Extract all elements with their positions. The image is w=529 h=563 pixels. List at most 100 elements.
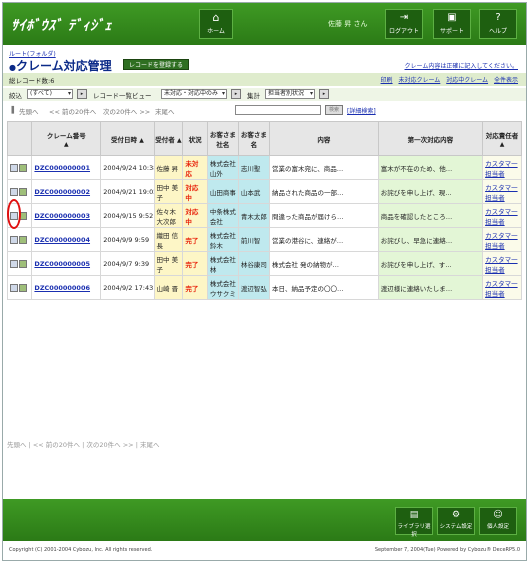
- claim-id[interactable]: DZC000000003: [31, 203, 102, 228]
- claim-content: 本日、納品予定の〇〇…: [268, 275, 379, 300]
- claim-content: 株式会社 発の納物が…: [268, 251, 379, 276]
- customer-company: 株式会社林: [206, 251, 239, 276]
- edit-icon[interactable]: [19, 283, 27, 292]
- home-icon: ⌂: [212, 11, 220, 24]
- table-row[interactable]: DZC000000002 2004/9/21 19:02 田中 美子 対応中 山田商事山…: [6, 179, 522, 204]
- personal-settings-button[interactable]: ☺ 個人設定: [479, 507, 517, 535]
- system-settings-button[interactable]: ⚙ システム設定: [437, 507, 475, 535]
- table-row[interactable]: DZC000000005 2004/9/7 9:39 田中 美子 完了 株式会社林 林谷康…: [6, 251, 522, 276]
- col-icons: [6, 121, 33, 156]
- pager-first[interactable]: 先頭へ: [7, 441, 27, 449]
- customer-name: 前川智: [237, 227, 270, 252]
- all-link[interactable]: 全件表示: [494, 77, 518, 84]
- table-row[interactable]: DZC000000003 2004/9/15 9:52 佐々木 大次郎 対応中 中条株式…: [6, 203, 522, 228]
- search-input[interactable]: [235, 105, 321, 115]
- edit-icon[interactable]: [19, 259, 27, 268]
- pager-prev[interactable]: << 前の20件へ: [33, 441, 80, 449]
- first-response: 渡辺様に連絡いたしま…: [377, 275, 484, 300]
- edit-icon[interactable]: [19, 235, 27, 244]
- summary-go-button[interactable]: ▸: [319, 89, 329, 99]
- sort-icon: ▲: [139, 136, 144, 144]
- responsible-link[interactable]: カスタマ一担当者: [482, 179, 522, 204]
- detail-icon[interactable]: [10, 259, 18, 268]
- note-link[interactable]: クレーム内容は正確に記入してください。: [405, 61, 518, 70]
- claim-id[interactable]: DZC000000004: [31, 227, 102, 252]
- home-button[interactable]: ⌂ ホーム: [199, 9, 233, 39]
- pager-last[interactable]: 末尾へ: [140, 441, 160, 449]
- responsible-link[interactable]: カスタマ一担当者: [482, 227, 522, 252]
- col-first-response[interactable]: 第一次対応内容: [377, 121, 484, 156]
- table-row[interactable]: DZC000000006 2004/9/2 17:43 山崎 晋完了 株式会社ウサクミ…: [6, 275, 522, 300]
- customer-name: 青木太郎: [237, 203, 270, 228]
- col-claim-no[interactable]: クレーム番号 ▲: [31, 121, 102, 156]
- view-links: 印刷 未対応クレーム 対応中クレーム 全件表示: [377, 75, 518, 84]
- col-receiver[interactable]: 受付者 ▲: [153, 121, 184, 156]
- view-go-button[interactable]: ▸: [231, 89, 241, 99]
- received-date: 2004/9/2 17:43: [100, 275, 155, 300]
- received-date: 2004/9/7 9:39: [100, 251, 155, 276]
- summary-select[interactable]: 担当者別状況: [265, 89, 315, 99]
- claim-id[interactable]: DZC000000001: [31, 155, 102, 180]
- pager-last[interactable]: 末尾へ: [155, 106, 175, 116]
- col-content[interactable]: 内容: [268, 121, 379, 156]
- table-row[interactable]: DZC000000001 2004/9/24 10:38 佐藤 昇未対応 株式会社山外…: [6, 155, 522, 180]
- edit-icon[interactable]: [19, 187, 27, 196]
- col-responsible[interactable]: 対応責任者 ▲: [482, 121, 522, 156]
- col-status[interactable]: 状況: [182, 121, 208, 156]
- receiver: 田中 美子: [153, 179, 184, 204]
- filter-go-button[interactable]: ▸: [77, 89, 87, 99]
- claim-id[interactable]: DZC000000006: [31, 275, 102, 300]
- bottom-pager: 先頭へ | << 前の20件へ | 次の20件へ >> | 末尾へ: [7, 441, 160, 449]
- library-button[interactable]: ▤ ライブラリ選択: [395, 507, 433, 538]
- view-select[interactable]: 未対応・対応中のみ: [161, 89, 227, 99]
- system-settings-icon: ⚙: [451, 510, 461, 520]
- filter-label: 絞込: [9, 92, 22, 100]
- filter-bar: 絞込 (すべて) ▸ レコード一覧ビュー 未対応・対応中のみ ▸ 集計 担当者別…: [3, 88, 526, 101]
- help-button[interactable]: ? ヘルプ: [479, 9, 517, 39]
- register-record-button[interactable]: レコードを登録する: [123, 59, 190, 70]
- list-icon: ▐: [9, 106, 14, 114]
- customer-name: 林谷康司: [237, 251, 270, 276]
- received-date: 2004/9/15 9:52: [100, 203, 155, 228]
- user-label: 佐藤 昇 さん: [328, 20, 368, 28]
- claim-content: 営業の富木宛に、商品…: [268, 155, 379, 180]
- detail-icon[interactable]: [10, 163, 18, 172]
- filter-select[interactable]: (すべて): [27, 89, 73, 99]
- detail-icon[interactable]: [10, 235, 18, 244]
- col-company[interactable]: お客さま社名: [206, 121, 239, 156]
- customer-company: 株式会社山外: [206, 155, 239, 180]
- unresolved-link[interactable]: 未対応クレーム: [398, 77, 440, 84]
- responsible-link[interactable]: カスタマ一担当者: [482, 155, 522, 180]
- row-icons: [6, 227, 33, 252]
- personal-settings-icon: ☺: [493, 510, 503, 520]
- record-count-bar: 総レコード数:6 印刷 未対応クレーム 対応中クレーム 全件表示: [3, 73, 526, 86]
- detail-icon[interactable]: [10, 187, 18, 196]
- responsible-link[interactable]: カスタマ一担当者: [482, 203, 522, 228]
- receiver: 田中 美子: [153, 251, 184, 276]
- responsible-link[interactable]: カスタマ一担当者: [482, 251, 522, 276]
- logout-button[interactable]: ⇥ ログアウト: [385, 9, 423, 39]
- row-icons: [6, 251, 33, 276]
- col-customer[interactable]: お客さま名: [237, 121, 270, 156]
- detail-icon[interactable]: [10, 283, 18, 292]
- edit-icon[interactable]: [19, 163, 27, 172]
- pager-first[interactable]: 先頭へ: [19, 106, 39, 116]
- status-badge: 対応中: [182, 179, 208, 204]
- print-link[interactable]: 印刷: [381, 77, 393, 84]
- first-response: 富木が不在のため、他…: [377, 155, 484, 180]
- claim-id[interactable]: DZC000000005: [31, 251, 102, 276]
- advanced-search-link[interactable]: [詳細検索]: [347, 106, 376, 115]
- support-button[interactable]: ▣ サポート: [433, 9, 471, 39]
- pager-next[interactable]: 次の20件へ >>: [86, 441, 133, 449]
- responsible-link[interactable]: カスタマ一担当者: [482, 275, 522, 300]
- pager-next[interactable]: 次の20件へ >>: [103, 106, 150, 116]
- claim-id[interactable]: DZC000000002: [31, 179, 102, 204]
- pager-prev[interactable]: << 前の20件へ: [49, 106, 96, 116]
- customer-company: 中条株式会社: [206, 203, 239, 228]
- in-progress-link[interactable]: 対応中クレーム: [446, 77, 488, 84]
- table-row[interactable]: DZC000000004 2004/9/9 9:59 織田 信長 完了 株式会社鈴木 前川…: [6, 227, 522, 252]
- status-badge: 完了: [182, 275, 208, 300]
- search-button[interactable]: 検索: [325, 105, 343, 115]
- support-icon: ▣: [447, 12, 457, 23]
- col-date[interactable]: 受付日時 ▲: [100, 121, 155, 156]
